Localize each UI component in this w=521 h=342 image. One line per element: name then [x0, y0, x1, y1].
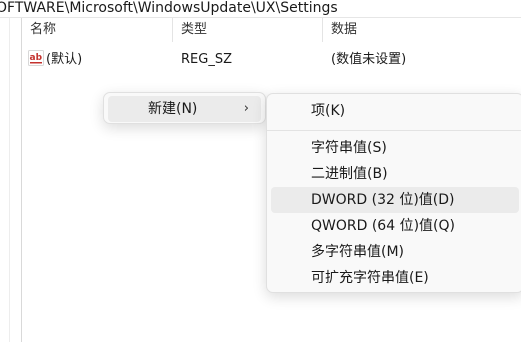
menu-item-new-label: 新建(N) — [148, 101, 198, 117]
menu-item-key-label: 项(K) — [311, 103, 346, 119]
menu-item-expandable-string-value[interactable]: 可扩充字符串值(E) — [271, 265, 519, 291]
value-data: (数值未设置) — [331, 52, 407, 67]
address-path: OFTWARE\Microsoft\WindowsUpdate\UX\Setti… — [0, 0, 338, 16]
context-menu: 新建(N) › — [103, 92, 266, 124]
value-name: (默认) — [46, 52, 83, 67]
menu-item-string-value-label: 字符串值(S) — [311, 140, 387, 156]
column-header-type[interactable]: 类型 — [173, 18, 323, 42]
chevron-right-icon: › — [243, 101, 249, 116]
menu-separator — [267, 130, 521, 131]
menu-item-multi-string-value[interactable]: 多字符串值(M) — [271, 239, 519, 265]
menu-item-key[interactable]: 项(K) — [271, 98, 519, 124]
menu-item-expandable-string-value-label: 可扩充字符串值(E) — [311, 270, 429, 286]
menu-item-string-value[interactable]: 字符串值(S) — [271, 135, 519, 161]
value-row[interactable]: ab (默认) REG_SZ (数值未设置) — [22, 49, 521, 71]
menu-item-binary-value[interactable]: 二进制值(B) — [271, 161, 519, 187]
menu-item-qword-value[interactable]: QWORD (64 位)值(Q) — [271, 213, 519, 239]
tree-pane — [0, 18, 22, 342]
column-header-data[interactable]: 数据 — [323, 18, 521, 42]
menu-item-dword-value[interactable]: DWORD (32 位)值(D) — [271, 187, 519, 213]
menu-item-dword-value-label: DWORD (32 位)值(D) — [311, 192, 455, 208]
column-header-name[interactable]: 名称 — [22, 18, 173, 42]
value-type: REG_SZ — [181, 52, 232, 67]
string-value-icon: ab — [28, 50, 44, 66]
address-bar[interactable]: OFTWARE\Microsoft\WindowsUpdate\UX\Setti… — [0, 0, 521, 18]
menu-item-multi-string-value-label: 多字符串值(M) — [311, 244, 405, 260]
svg-text:ab: ab — [30, 53, 43, 63]
new-submenu: 项(K) 字符串值(S) 二进制值(B) DWORD (32 位)值(D) QW… — [266, 93, 521, 293]
value-name-cell: ab (默认) — [28, 49, 82, 71]
menu-item-binary-value-label: 二进制值(B) — [311, 166, 388, 182]
menu-item-new[interactable]: 新建(N) › — [108, 96, 261, 122]
menu-item-qword-value-label: QWORD (64 位)值(Q) — [311, 218, 455, 234]
tree-guide-line — [9, 18, 10, 342]
